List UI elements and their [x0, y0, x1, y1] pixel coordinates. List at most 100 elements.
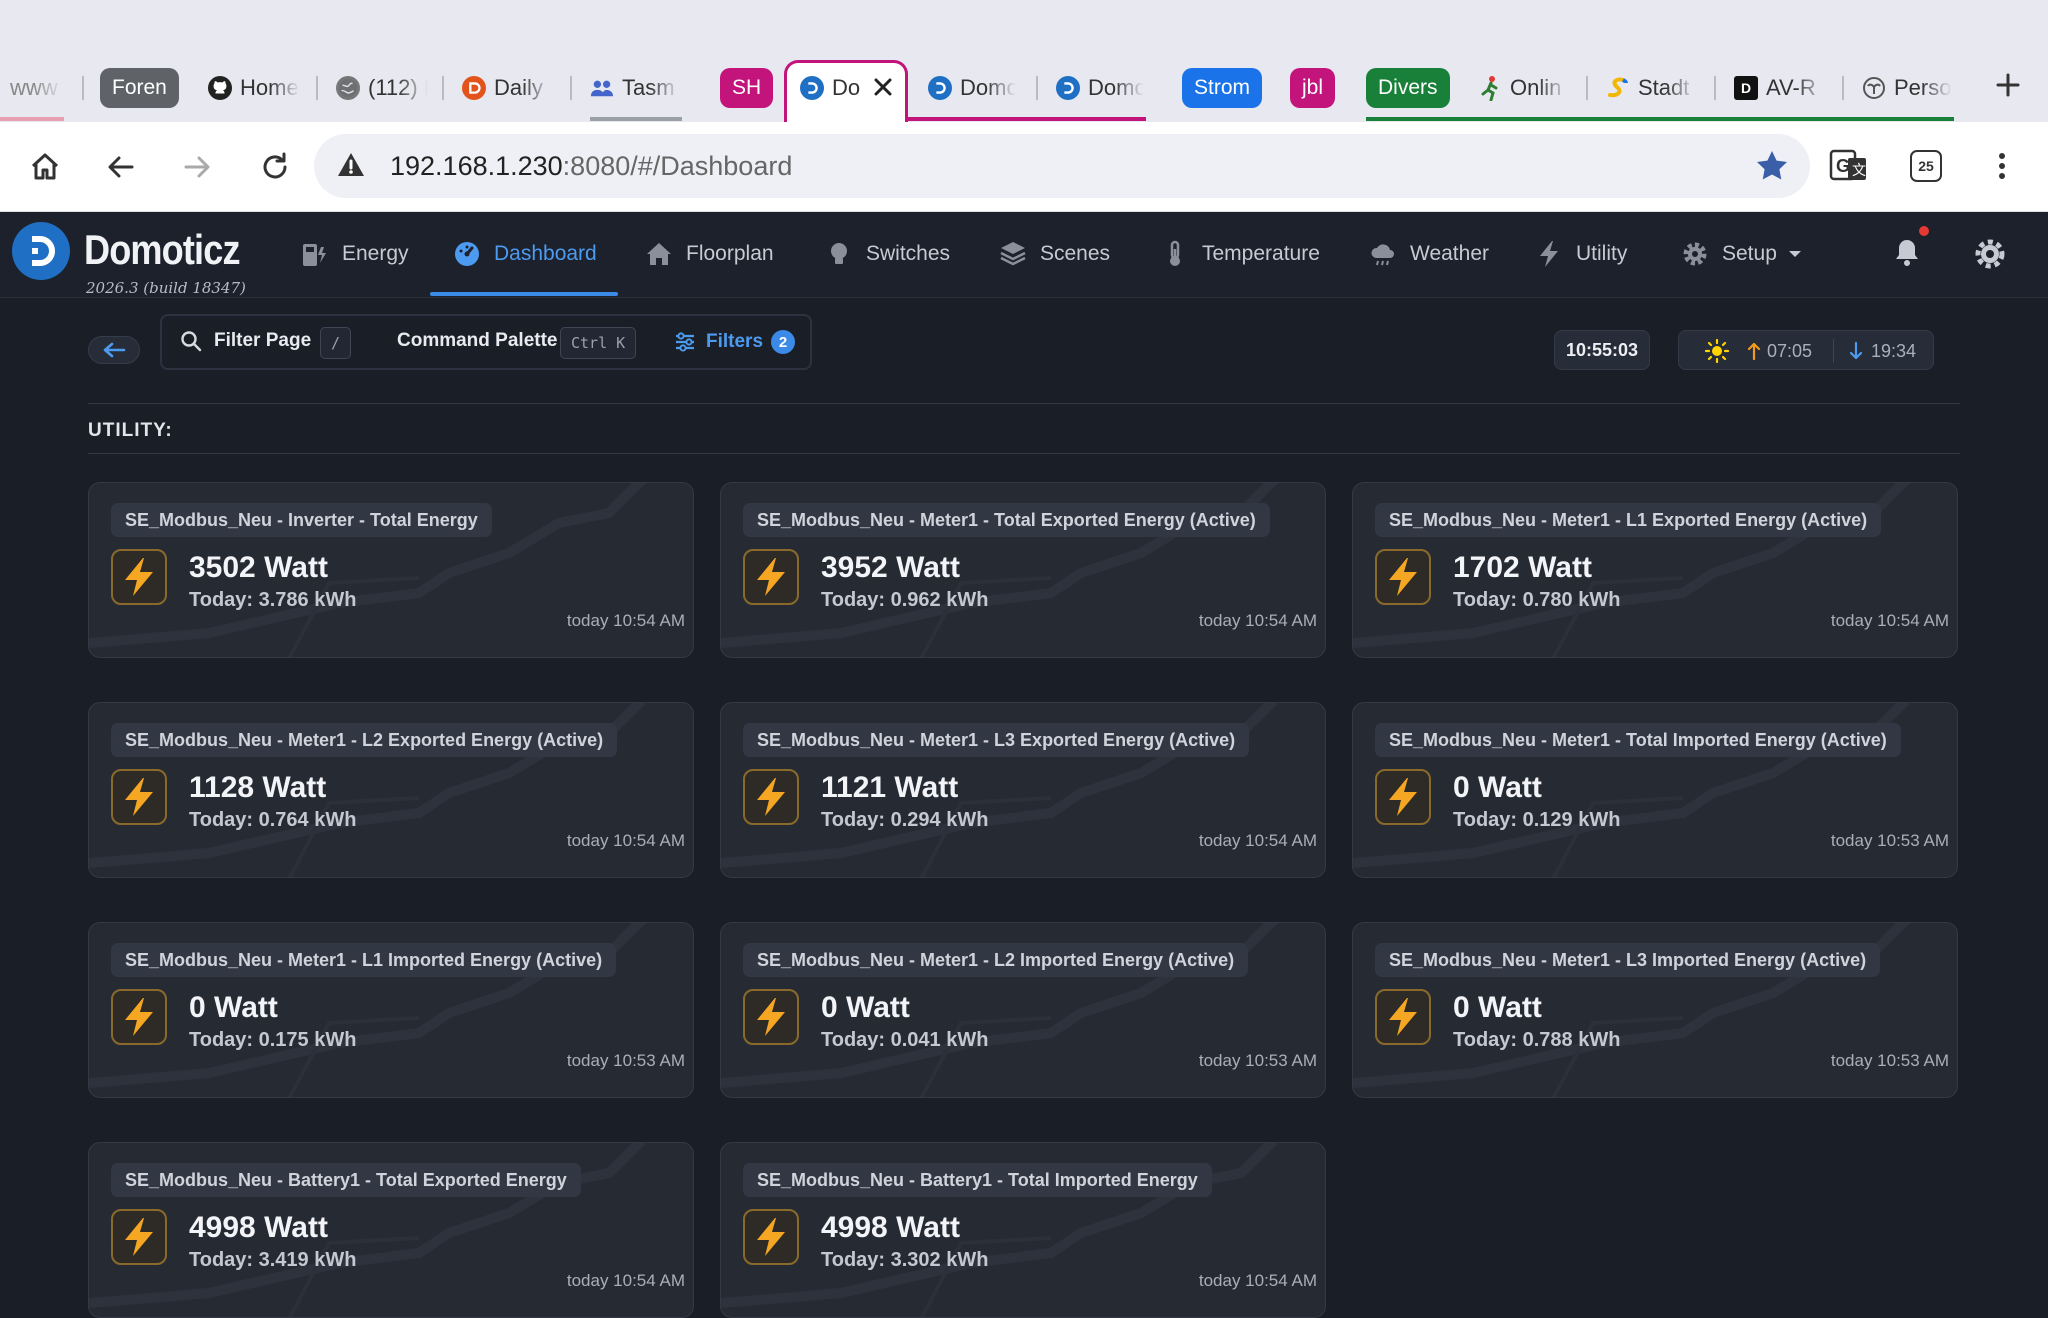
- home-button[interactable]: [22, 144, 68, 190]
- notification-dot: [1919, 226, 1929, 236]
- utility-card[interactable]: SE_Modbus_Neu - Meter1 - L1 Imported Ene…: [88, 922, 694, 1098]
- sun-times: 07:05 19:34: [1678, 330, 1934, 370]
- warning-icon[interactable]: [336, 150, 366, 185]
- person-icon: [1862, 76, 1886, 100]
- utility-card[interactable]: SE_Modbus_Neu - Meter1 - L3 Imported Ene…: [1352, 922, 1958, 1098]
- card-today: Today: 3.302 kWh: [821, 1249, 989, 1271]
- tab-home[interactable]: Home: [208, 66, 300, 110]
- command-palette-button[interactable]: Command Palette: [397, 330, 557, 352]
- utility-card[interactable]: SE_Modbus_Neu - Meter1 - L1 Exported Ene…: [1352, 482, 1958, 658]
- tab-group-strom[interactable]: Strom: [1182, 68, 1263, 108]
- card-today: Today: 0.764 kWh: [189, 809, 357, 831]
- lightning-icon[interactable]: [111, 1209, 167, 1265]
- back-button[interactable]: [98, 144, 144, 190]
- card-title[interactable]: SE_Modbus_Neu - Battery1 - Total Importe…: [743, 1163, 1212, 1197]
- tab-daily[interactable]: Daily: [462, 66, 552, 110]
- filter-page-button[interactable]: Filter Page: [180, 330, 311, 352]
- svg-text:文: 文: [1852, 162, 1866, 178]
- globe-icon: [336, 76, 360, 100]
- utility-card[interactable]: SE_Modbus_Neu - Meter1 - L2 Exported Ene…: [88, 702, 694, 878]
- app-brand[interactable]: Domoticz: [84, 226, 241, 274]
- browser-menu-icon[interactable]: [1992, 148, 2012, 189]
- nav-floorplan[interactable]: Floorplan: [644, 236, 774, 272]
- card-last-update: today 10:54 AM: [1198, 611, 1317, 630]
- translate-icon[interactable]: G文: [1828, 148, 1868, 189]
- extension-calendar-icon[interactable]: 25: [1910, 150, 1942, 182]
- lightning-icon[interactable]: [743, 769, 799, 825]
- card-title[interactable]: SE_Modbus_Neu - Meter1 - L3 Exported Ene…: [743, 723, 1250, 757]
- lightning-icon[interactable]: [1375, 989, 1431, 1045]
- nav-scenes[interactable]: Scenes: [998, 236, 1110, 272]
- nav-energy[interactable]: Energy: [300, 236, 409, 272]
- tab-av[interactable]: D AV-R: [1734, 66, 1826, 110]
- utility-card[interactable]: SE_Modbus_Neu - Meter1 - Total Exported …: [720, 482, 1326, 658]
- close-tab-icon[interactable]: [868, 72, 898, 107]
- nav-label: Setup: [1722, 242, 1777, 265]
- nav-switches[interactable]: Switches: [824, 236, 950, 272]
- tab-112[interactable]: (112) F: [336, 66, 428, 110]
- url-text[interactable]: 192.168.1.230:8080/#/Dashboard: [390, 151, 792, 182]
- lightning-icon[interactable]: [111, 989, 167, 1045]
- lightning-icon[interactable]: [1375, 549, 1431, 605]
- tab-group-jbl[interactable]: jbl: [1290, 68, 1336, 108]
- card-title[interactable]: SE_Modbus_Neu - Meter1 - Total Imported …: [1375, 723, 1901, 757]
- lightning-icon[interactable]: [743, 549, 799, 605]
- tab-stadt[interactable]: Stadt: [1606, 66, 1696, 110]
- bookmark-star-icon[interactable]: [1754, 148, 1790, 189]
- card-title[interactable]: SE_Modbus_Neu - Meter1 - L1 Imported Ene…: [111, 943, 617, 977]
- notifications-bell-icon[interactable]: [1890, 236, 1924, 275]
- tab-group-divers[interactable]: Divers: [1366, 68, 1450, 108]
- card-title[interactable]: SE_Modbus_Neu - Meter1 - L1 Exported Ene…: [1375, 503, 1882, 537]
- new-tab-button[interactable]: [1992, 68, 2024, 110]
- command-palette-shortcut: Ctrl K: [560, 327, 637, 359]
- lightning-icon[interactable]: [111, 549, 167, 605]
- card-today: Today: 3.786 kWh: [189, 589, 357, 611]
- card-today: Today: 0.041 kWh: [821, 1029, 989, 1051]
- sunrise-arrow-icon: [1747, 342, 1761, 360]
- utility-card[interactable]: SE_Modbus_Neu - Meter1 - Total Imported …: [1352, 702, 1958, 878]
- app-build-version: 2026.3 (build 18347): [86, 279, 246, 297]
- tab-group-foren[interactable]: Foren: [100, 68, 179, 108]
- utility-card[interactable]: SE_Modbus_Neu - Battery1 - Total Exporte…: [88, 1142, 694, 1318]
- domoticz-logo-icon[interactable]: [12, 222, 70, 280]
- filters-button[interactable]: Filters 2: [674, 330, 796, 354]
- utility-card[interactable]: SE_Modbus_Neu - Inverter - Total Energy 3…: [88, 482, 694, 658]
- nav-dashboard[interactable]: Dashboard: [452, 236, 597, 272]
- tab-group-label: jbl: [1302, 76, 1324, 99]
- nav-setup[interactable]: Setup: [1680, 236, 1805, 272]
- utility-card[interactable]: SE_Modbus_Neu - Battery1 - Total Importe…: [720, 1142, 1326, 1318]
- tab-perso[interactable]: Perso: [1862, 66, 1952, 110]
- tab-tasm[interactable]: Tasm: [590, 66, 680, 110]
- lightning-icon[interactable]: [743, 989, 799, 1045]
- card-title[interactable]: SE_Modbus_Neu - Inverter - Total Energy: [111, 503, 492, 537]
- url-host: 192.168.1.230: [390, 151, 563, 181]
- card-title[interactable]: SE_Modbus_Neu - Meter1 - L2 Imported Ene…: [743, 943, 1249, 977]
- arrow-left-icon: [103, 342, 126, 358]
- nav-temperature[interactable]: Temperature: [1160, 236, 1320, 272]
- utility-card[interactable]: SE_Modbus_Neu - Meter1 - L2 Imported Ene…: [720, 922, 1326, 1098]
- lightning-icon[interactable]: [1375, 769, 1431, 825]
- nav-utility[interactable]: Utility: [1534, 236, 1627, 272]
- nav-weather[interactable]: Weather: [1368, 236, 1489, 272]
- utility-card[interactable]: SE_Modbus_Neu - Meter1 - L3 Exported Ene…: [720, 702, 1326, 878]
- tab-domoticz-active[interactable]: Do: [800, 66, 866, 110]
- card-today: Today: 0.780 kWh: [1453, 589, 1621, 611]
- forward-button[interactable]: [174, 144, 220, 190]
- tab-www[interactable]: www: [10, 66, 64, 110]
- tab-onlin[interactable]: Onlin: [1478, 66, 1568, 110]
- reload-button[interactable]: [252, 144, 298, 190]
- theme-toggle-icon[interactable]: [1972, 236, 2008, 277]
- card-title[interactable]: SE_Modbus_Neu - Meter1 - L2 Exported Ene…: [111, 723, 618, 757]
- home-icon: [31, 153, 59, 180]
- lightning-icon[interactable]: [111, 769, 167, 825]
- card-title[interactable]: SE_Modbus_Neu - Meter1 - L3 Imported Ene…: [1375, 943, 1881, 977]
- card-title[interactable]: SE_Modbus_Neu - Battery1 - Total Exporte…: [111, 1163, 581, 1197]
- lightning-icon[interactable]: [743, 1209, 799, 1265]
- tab-domoticz-2[interactable]: Domo: [928, 66, 1016, 110]
- layers-icon: [1000, 242, 1026, 266]
- tab-group-sh[interactable]: SH: [720, 68, 774, 108]
- back-nav-button[interactable]: [88, 336, 140, 364]
- tab-domoticz-3[interactable]: Domo: [1056, 66, 1144, 110]
- card-last-update: today 10:53 AM: [1830, 831, 1949, 850]
- card-title[interactable]: SE_Modbus_Neu - Meter1 - Total Exported …: [743, 503, 1270, 537]
